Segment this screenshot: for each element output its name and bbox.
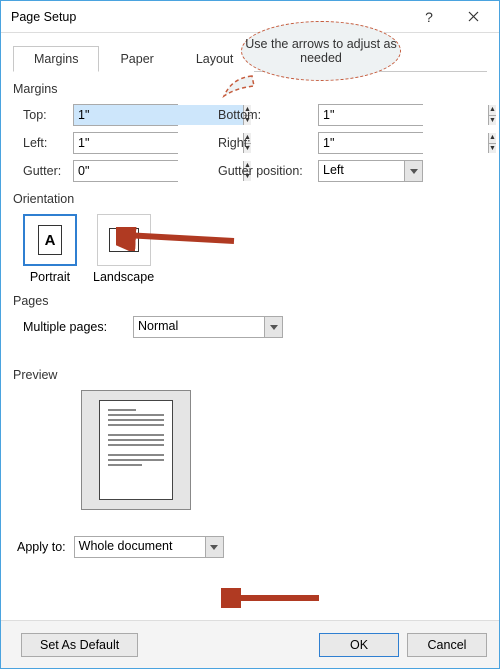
preview-page-icon: [99, 400, 173, 500]
gutter-spinner[interactable]: ▲▼: [73, 160, 178, 182]
right-label: Right:: [208, 136, 318, 150]
applyto-dropdown[interactable]: Whole document: [74, 536, 224, 558]
left-spinner[interactable]: ▲▼: [73, 132, 178, 154]
top-label: Top:: [13, 108, 73, 122]
dialog-footer: Set As Default OK Cancel: [1, 620, 499, 668]
bottom-input[interactable]: [319, 105, 488, 125]
orientation-portrait[interactable]: A Portrait: [23, 214, 77, 284]
landscape-label: Landscape: [93, 270, 154, 284]
chevron-down-icon: [264, 317, 282, 337]
titlebar: Page Setup ?: [1, 1, 499, 33]
right-input[interactable]: [319, 133, 488, 153]
landscape-icon: A: [109, 228, 139, 252]
multiple-pages-label: Multiple pages:: [23, 320, 133, 334]
help-button[interactable]: ?: [407, 1, 451, 32]
tab-paper[interactable]: Paper: [99, 46, 174, 72]
bottom-label: Bottom:: [208, 108, 318, 122]
chevron-down-icon: [404, 161, 422, 181]
multiple-pages-value: Normal: [134, 317, 264, 337]
right-up[interactable]: ▲: [489, 133, 496, 144]
tab-margins[interactable]: Margins: [13, 46, 99, 72]
set-default-button[interactable]: Set As Default: [21, 633, 138, 657]
multiple-pages-dropdown[interactable]: Normal: [133, 316, 283, 338]
bottom-down[interactable]: ▼: [489, 116, 496, 126]
chevron-down-icon: [205, 537, 223, 557]
pages-section-title: Pages: [13, 294, 487, 308]
preview-box: [81, 390, 191, 510]
gutterpos-dropdown[interactable]: Left: [318, 160, 423, 182]
tab-layout[interactable]: Layout: [175, 46, 255, 72]
bottom-up[interactable]: ▲: [489, 105, 496, 116]
gutter-label: Gutter:: [13, 164, 73, 178]
margins-section-title: Margins: [13, 82, 487, 96]
right-down[interactable]: ▼: [489, 144, 496, 154]
applyto-label: Apply to:: [13, 540, 66, 554]
gutterpos-label: Gutter position:: [208, 164, 318, 178]
preview-section-title: Preview: [13, 368, 487, 382]
annotation-arrow-icon: [221, 588, 321, 608]
top-spinner[interactable]: ▲▼: [73, 104, 178, 126]
ok-button[interactable]: OK: [319, 633, 399, 657]
close-button[interactable]: [451, 1, 495, 32]
portrait-label: Portrait: [30, 270, 70, 284]
bottom-spinner[interactable]: ▲▼: [318, 104, 423, 126]
cancel-button[interactable]: Cancel: [407, 633, 487, 657]
orientation-section-title: Orientation: [13, 192, 487, 206]
orientation-landscape[interactable]: A Landscape: [93, 214, 154, 284]
portrait-icon: A: [38, 225, 62, 255]
close-icon: [468, 11, 479, 22]
gutterpos-value: Left: [319, 161, 404, 181]
applyto-value: Whole document: [75, 537, 205, 557]
window-title: Page Setup: [11, 10, 407, 24]
left-label: Left:: [13, 136, 73, 150]
right-spinner[interactable]: ▲▼: [318, 132, 423, 154]
tab-bar: Margins Paper Layout: [13, 45, 487, 72]
page-setup-dialog: Page Setup ? Margins Paper Layout Margin…: [0, 0, 500, 669]
